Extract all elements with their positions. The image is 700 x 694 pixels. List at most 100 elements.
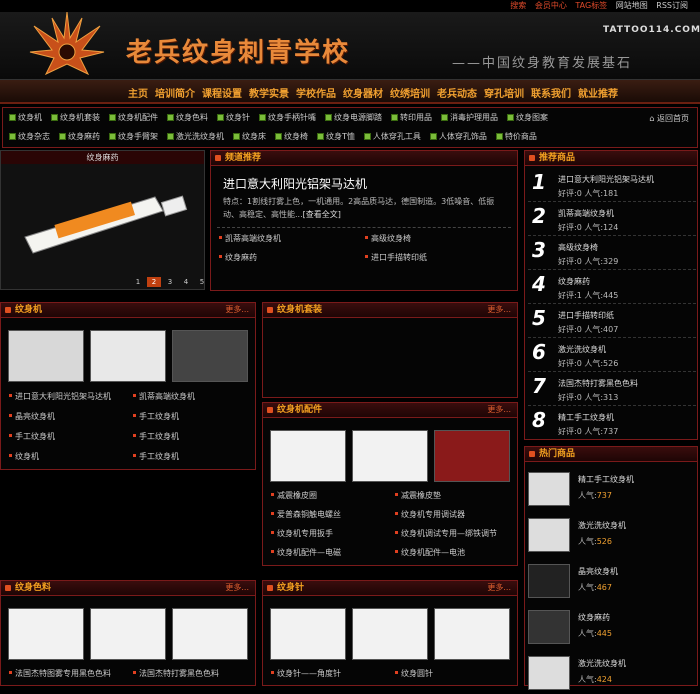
category-link[interactable]: 纹身针 — [217, 112, 250, 123]
category-link[interactable]: 纹身T恤 — [317, 131, 355, 142]
nav-home[interactable]: 主页 — [128, 85, 148, 100]
slide-page[interactable]: 1 — [131, 277, 145, 287]
return-home-link[interactable]: ⌂ 返回首页 — [649, 113, 689, 124]
product-link[interactable]: 纹身圆针 — [395, 668, 433, 679]
slide-page-active[interactable]: 2 — [147, 277, 161, 287]
rss-link[interactable]: RSS订阅 — [656, 1, 688, 10]
product-link[interactable]: 纹身机配件—电池 — [395, 547, 465, 558]
more-link[interactable]: 更多... — [225, 303, 249, 317]
nav-piercing[interactable]: 穿孔培训 — [484, 85, 524, 100]
tag-link[interactable]: TAG标签 — [575, 1, 607, 10]
product-link[interactable]: 手工纹身机 — [9, 431, 55, 442]
product-thumb[interactable] — [434, 608, 510, 660]
product-thumb[interactable] — [270, 608, 346, 660]
product-link[interactable]: 手工纹身机 — [133, 411, 179, 422]
product-thumb[interactable] — [8, 330, 84, 382]
product-thumb[interactable] — [352, 608, 428, 660]
featured-title[interactable]: 进口意大利阳光铝架马达机 — [223, 175, 367, 192]
hot-item[interactable]: 纹身麻药 人气:445 — [528, 608, 696, 648]
product-thumb[interactable] — [270, 430, 346, 482]
product-link[interactable]: 纹身机专用扳手 — [271, 528, 333, 539]
product-thumb[interactable] — [172, 330, 248, 382]
featured-link[interactable]: 进口手描转印纸 — [365, 252, 427, 263]
category-link[interactable]: 纹身手柄针嘴 — [259, 112, 316, 123]
product-thumb[interactable] — [8, 608, 84, 660]
category-link[interactable]: 纹身机配件 — [109, 112, 158, 123]
sitemap-link[interactable]: 网站地图 — [616, 1, 648, 10]
product-slideshow[interactable]: 纹身麻药 1 2 3 4 5 — [0, 150, 205, 290]
rank-item[interactable]: 1 进口意大利阳光铝架马达机 好评:0 人气:181 — [528, 170, 696, 202]
slide-page[interactable]: 5 — [195, 277, 209, 287]
nav-equipment[interactable]: 纹身器材 — [343, 85, 383, 100]
product-link[interactable]: 手工纹身机 — [133, 451, 179, 462]
category-link[interactable]: 消毒护理用品 — [441, 112, 498, 123]
search-link[interactable]: 搜索 — [510, 1, 526, 10]
featured-link[interactable]: 高级纹身椅 — [365, 233, 411, 244]
category-link[interactable]: 人体穿孔工具 — [363, 131, 421, 142]
slide-page[interactable]: 4 — [179, 277, 193, 287]
rank-item[interactable]: 3 高级纹身椅 好评:0 人气:329 — [528, 238, 696, 270]
hot-item[interactable]: 激光洗纹身机 人气:424 — [528, 654, 696, 694]
product-thumb[interactable] — [434, 430, 510, 482]
more-link[interactable]: 更多... — [487, 303, 511, 317]
product-link[interactable]: 纹身机 — [9, 451, 39, 462]
product-link[interactable]: 减震橡皮圈 — [271, 490, 317, 501]
dragon-logo-icon[interactable] — [22, 8, 112, 82]
category-link[interactable]: 人体穿孔饰品 — [429, 131, 487, 142]
nav-news[interactable]: 老兵动态 — [437, 85, 477, 100]
category-link[interactable]: 纹身麻药 — [59, 131, 100, 142]
product-link[interactable]: 晶亮纹身机 — [9, 411, 55, 422]
product-link[interactable]: 爱普森铜触电螺丝 — [271, 509, 341, 520]
product-link[interactable]: 纹身机调试专用—绑铁调节 — [395, 528, 497, 539]
more-link[interactable]: 更多... — [487, 581, 511, 595]
product-thumb[interactable] — [352, 430, 428, 482]
product-link[interactable]: 手工纹身机 — [133, 431, 179, 442]
nav-embroidery[interactable]: 纹绣培训 — [390, 85, 430, 100]
category-link[interactable]: 纹身杂志 — [9, 131, 50, 142]
hot-item[interactable]: 精工手工纹身机 人气:737 — [528, 470, 696, 510]
product-thumb[interactable] — [90, 608, 166, 660]
product-link[interactable]: 纹身机专用调试器 — [395, 509, 465, 520]
category-link[interactable]: 纹身椅 — [275, 131, 308, 142]
more-link[interactable]: 更多... — [225, 581, 249, 595]
product-link[interactable]: 法国杰特图雾专用黑色色料 — [9, 668, 111, 679]
category-link[interactable]: 纹身手臂架 — [109, 131, 158, 142]
product-link[interactable]: 减震橡皮垫 — [395, 490, 441, 501]
hot-item[interactable]: 激光洗纹身机 人气:526 — [528, 516, 696, 556]
rank-item[interactable]: 5 进口手描转印纸 好评:0 人气:407 — [528, 306, 696, 338]
category-link[interactable]: 纹身色料 — [167, 112, 208, 123]
product-link[interactable]: 凯蒂高端纹身机 — [133, 391, 195, 402]
rank-item[interactable]: 6 激光洗纹身机 好评:0 人气:526 — [528, 340, 696, 372]
member-center-link[interactable]: 会员中心 — [535, 1, 567, 10]
nav-courses[interactable]: 课程设置 — [202, 85, 242, 100]
category-link[interactable]: 纹身机套装 — [51, 112, 100, 123]
featured-link[interactable]: 凯蒂高端纹身机 — [219, 233, 281, 244]
featured-link[interactable]: 纹身麻药 — [219, 252, 257, 263]
view-full-link[interactable]: [查看全文] — [303, 210, 341, 219]
product-link[interactable]: 进口意大利阳光铝架马达机 — [9, 391, 111, 402]
rank-item[interactable]: 2 凯蒂高端纹身机 好评:0 人气:124 — [528, 204, 696, 236]
product-link[interactable]: 纹身针——角度针 — [271, 668, 341, 679]
product-link[interactable]: 纹身机配件—电磁 — [271, 547, 341, 558]
category-link[interactable]: 激光洗纹身机 — [167, 131, 224, 142]
more-link[interactable]: 更多... — [487, 403, 511, 417]
nav-teaching[interactable]: 教学实景 — [249, 85, 289, 100]
nav-jobs[interactable]: 就业推荐 — [578, 85, 618, 100]
nav-intro[interactable]: 培训简介 — [155, 85, 195, 100]
hot-item[interactable]: 晶亮纹身机 人气:467 — [528, 562, 696, 602]
category-link[interactable]: 纹身床 — [233, 131, 266, 142]
product-thumb[interactable] — [90, 330, 166, 382]
nav-works[interactable]: 学校作品 — [296, 85, 336, 100]
product-link[interactable]: 法国杰特打雾黑色色料 — [133, 668, 219, 679]
category-link[interactable]: 纹身电源脚踏 — [325, 112, 382, 123]
nav-contact[interactable]: 联系我们 — [531, 85, 571, 100]
product-thumb[interactable] — [172, 608, 248, 660]
category-link[interactable]: 纹身图案 — [507, 112, 548, 123]
category-link[interactable]: 转印用品 — [391, 112, 432, 123]
rank-item[interactable]: 8 精工手工纹身机 好评:0 人气:737 — [528, 408, 696, 440]
category-link[interactable]: 纹身机 — [9, 112, 42, 123]
category-link[interactable]: 特价商品 — [495, 131, 537, 142]
rank-item[interactable]: 7 法国杰特打雾黑色色料 好评:0 人气:313 — [528, 374, 696, 406]
slide-page[interactable]: 3 — [163, 277, 177, 287]
rank-item[interactable]: 4 纹身麻药 好评:1 人气:445 — [528, 272, 696, 304]
